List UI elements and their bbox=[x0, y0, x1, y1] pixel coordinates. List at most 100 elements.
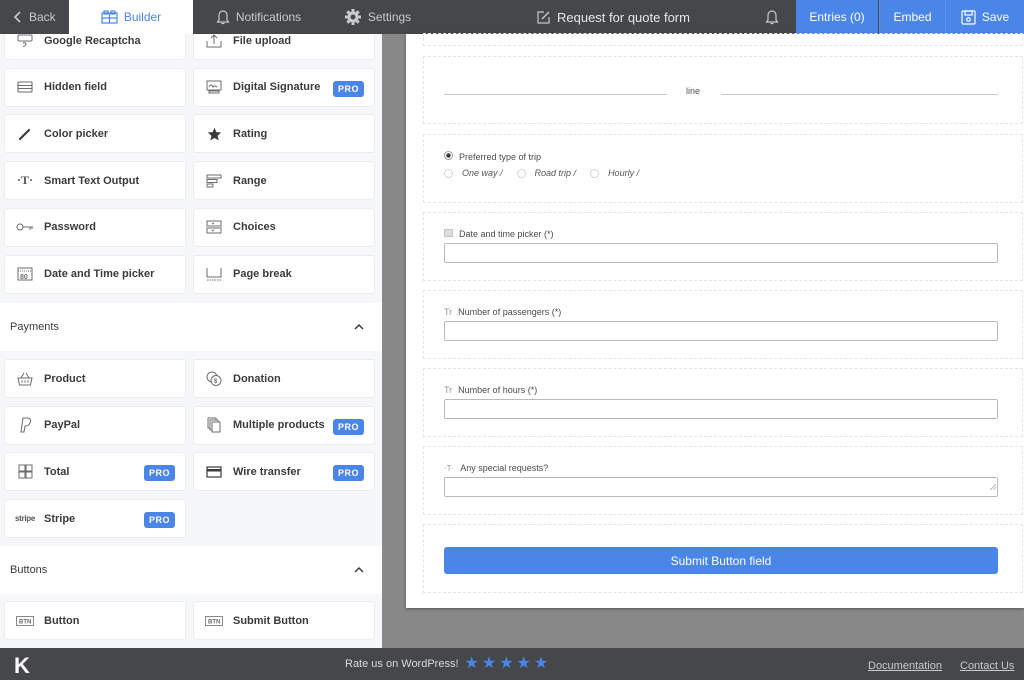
field-card-choices[interactable]: Choices bbox=[193, 207, 375, 247]
embed-label: Embed bbox=[893, 10, 932, 24]
calendar-icon: 80 bbox=[16, 266, 34, 282]
basket-icon bbox=[16, 371, 34, 387]
field-card-password[interactable]: Password bbox=[4, 207, 186, 247]
field-card-wire-transfer[interactable]: Wire transfer PRO bbox=[193, 452, 375, 492]
field-card-rating[interactable]: Rating bbox=[193, 114, 375, 154]
text-field-icon: Tr bbox=[444, 307, 453, 317]
buttons-section-header[interactable]: Buttons bbox=[0, 546, 382, 594]
field-card-label: Stripe bbox=[44, 512, 76, 525]
entries-button[interactable]: Entries (0) bbox=[796, 0, 878, 34]
star-icon[interactable]: ★ bbox=[534, 656, 548, 672]
chevron-up-icon[interactable] bbox=[354, 321, 364, 333]
passengers-input[interactable] bbox=[444, 321, 998, 341]
documentation-link[interactable]: Documentation bbox=[868, 660, 942, 672]
form-field-block[interactable] bbox=[423, 33, 1023, 46]
alerts-button[interactable] bbox=[762, 0, 782, 34]
resize-handle-icon[interactable] bbox=[989, 477, 997, 495]
trip-option-hourly[interactable]: Hourly / bbox=[590, 168, 639, 178]
payments-section-header[interactable]: Payments bbox=[0, 303, 382, 351]
field-card-file-upload[interactable]: File upload bbox=[193, 34, 375, 60]
pen-icon bbox=[16, 126, 34, 142]
range-icon bbox=[205, 173, 223, 189]
divider-line-left bbox=[444, 94, 667, 95]
field-card-google-recaptcha[interactable]: Google Recaptcha bbox=[4, 34, 186, 60]
rating-stars: ★ ★ ★ ★ ★ bbox=[465, 656, 549, 672]
field-card-multiple-products[interactable]: Multiple products PRO bbox=[193, 405, 375, 445]
field-card-label: Product bbox=[44, 372, 86, 385]
page-break-icon bbox=[205, 266, 223, 282]
payments-section-title: Payments bbox=[10, 321, 59, 333]
star-icon[interactable]: ★ bbox=[517, 656, 531, 672]
field-card-submit-button[interactable]: BTN Submit Button bbox=[193, 601, 375, 640]
date-time-input[interactable] bbox=[444, 243, 998, 263]
field-card-color-picker[interactable]: Color picker bbox=[4, 114, 186, 154]
special-requests-field-block[interactable]: ·T· Any special requests? bbox=[423, 446, 1023, 515]
edit-icon bbox=[536, 10, 551, 25]
gear-icon bbox=[344, 8, 362, 26]
save-button[interactable]: Save bbox=[945, 0, 1024, 34]
contact-us-link[interactable]: Contact Us bbox=[960, 660, 1014, 672]
field-card-button[interactable]: BTN Button bbox=[4, 601, 186, 640]
hours-field-block[interactable]: Tr Number of hours (*) bbox=[423, 368, 1023, 437]
bell-icon bbox=[765, 9, 779, 25]
back-button[interactable]: Back bbox=[0, 0, 69, 34]
trip-radio-field-block[interactable]: Preferred type of trip One way / Road tr… bbox=[423, 134, 1023, 203]
passengers-field-block[interactable]: Tr Number of passengers (*) bbox=[423, 290, 1023, 359]
field-card-digital-signature[interactable]: Digital Signature PRO bbox=[193, 67, 375, 107]
date-time-field-block[interactable]: Date and time picker (*) bbox=[423, 212, 1023, 281]
builder-label: Builder bbox=[123, 10, 162, 24]
svg-text:BTN: BTN bbox=[208, 619, 220, 625]
star-icon[interactable]: ★ bbox=[465, 656, 479, 672]
field-card-label: Password bbox=[44, 221, 96, 234]
field-card-label: Date and Time picker bbox=[44, 268, 155, 280]
date-time-label: Date and time picker (*) bbox=[444, 229, 554, 239]
hours-input[interactable] bbox=[444, 399, 998, 419]
field-card-label: Total bbox=[44, 465, 70, 478]
divider-field-block[interactable]: line bbox=[423, 56, 1023, 124]
field-label-text: Date and time picker (*) bbox=[459, 229, 554, 239]
trip-option-road-trip[interactable]: Road trip / bbox=[516, 168, 576, 178]
tab-builder[interactable]: Builder bbox=[69, 0, 193, 34]
chevron-up-icon[interactable] bbox=[354, 564, 364, 576]
text-output-icon: ·T· bbox=[16, 173, 33, 188]
star-icon[interactable]: ★ bbox=[482, 656, 496, 672]
special-requests-label: ·T· Any special requests? bbox=[444, 463, 548, 473]
radio-selected-icon[interactable] bbox=[444, 151, 453, 162]
bell-icon bbox=[216, 9, 230, 25]
tab-settings[interactable]: Settings bbox=[324, 0, 431, 34]
back-label: Back bbox=[29, 10, 56, 24]
star-icon[interactable]: ★ bbox=[499, 656, 513, 672]
trip-question-label: Preferred type of trip bbox=[459, 151, 542, 162]
pro-badge: PRO bbox=[332, 80, 364, 97]
calendar-icon bbox=[444, 229, 453, 239]
brand-logo[interactable]: K bbox=[14, 653, 30, 679]
form-title[interactable]: Request for quote form bbox=[536, 0, 690, 34]
submit-button[interactable]: Submit Button field bbox=[444, 547, 998, 574]
field-card-page-break[interactable]: Page break bbox=[193, 254, 375, 294]
btn-icon: BTN bbox=[205, 613, 223, 629]
star-icon bbox=[205, 126, 223, 142]
tab-notifications[interactable]: Notifications bbox=[193, 0, 324, 34]
field-card-label: Color picker bbox=[44, 127, 109, 140]
field-card-total[interactable]: Total PRO bbox=[4, 452, 186, 492]
field-card-range[interactable]: Range bbox=[193, 161, 375, 201]
special-requests-textarea[interactable] bbox=[444, 477, 998, 497]
field-card-date-and-time-picker[interactable]: 80 Date and Time picker bbox=[4, 254, 186, 294]
trip-option-one-way[interactable]: One way / bbox=[444, 168, 503, 178]
field-card-hidden-field[interactable]: Hidden field bbox=[4, 67, 186, 107]
divider-line-right bbox=[721, 94, 998, 95]
field-card-smart-text-output[interactable]: ·T· Smart Text Output bbox=[4, 161, 186, 201]
paypal-icon bbox=[16, 417, 34, 433]
field-card-paypal[interactable]: PayPal bbox=[4, 405, 186, 445]
field-card-donation[interactable]: $ Donation bbox=[193, 359, 375, 398]
field-label-text: Number of hours (*) bbox=[458, 385, 538, 395]
field-card-product[interactable]: Product bbox=[4, 359, 186, 398]
field-card-label: PayPal bbox=[44, 419, 81, 432]
field-label-text: Any special requests? bbox=[460, 463, 549, 473]
field-card-stripe[interactable]: stripe Stripe PRO bbox=[4, 499, 186, 539]
submit-field-block[interactable]: Submit Button field bbox=[423, 524, 1023, 593]
field-palette-sidebar: Google Recaptcha File upload Hidden field D… bbox=[0, 34, 382, 648]
embed-button[interactable]: Embed bbox=[879, 0, 945, 34]
field-card-label: Rating bbox=[233, 127, 268, 140]
entries-label: Entries (0) bbox=[809, 10, 865, 24]
